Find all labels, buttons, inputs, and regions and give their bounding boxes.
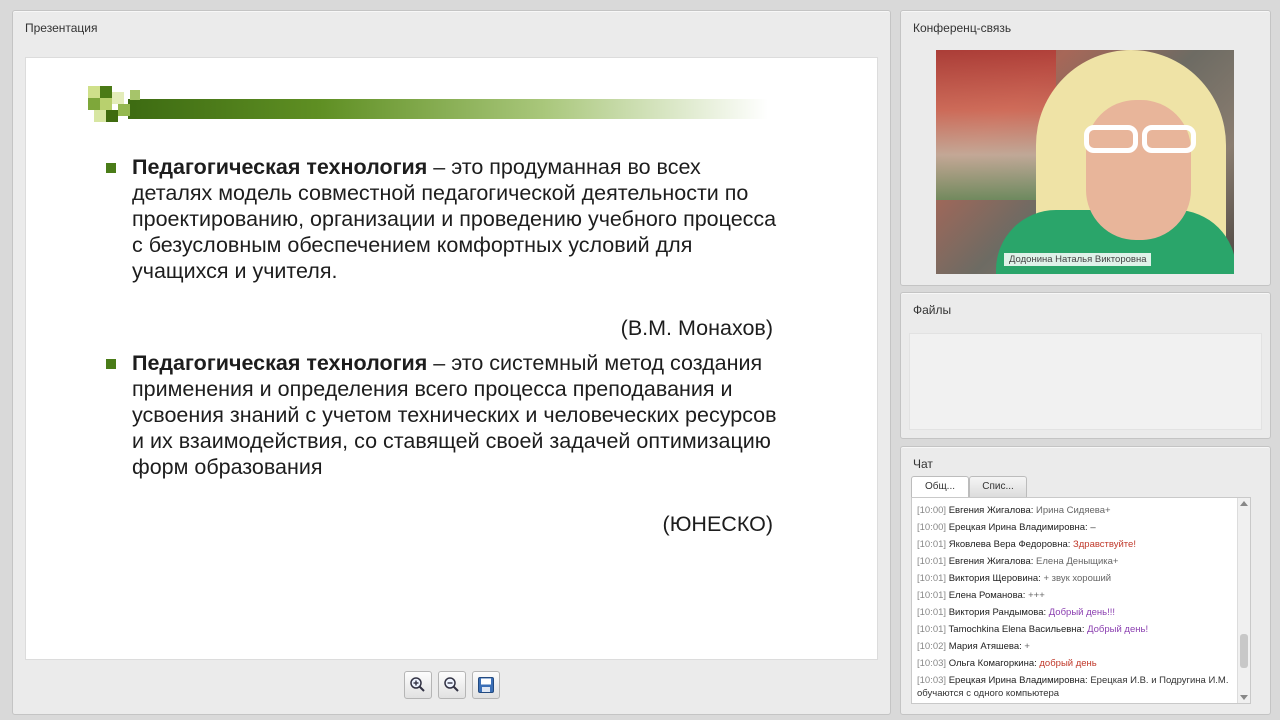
message-time: [10:01] (917, 624, 947, 635)
chat-message: [10:01] Виктория Щеровина: + звук хороши… (917, 570, 1235, 587)
message-author: Виктория Рандымова: (948, 607, 1047, 618)
message-author: Ольга Комагоркина: (948, 658, 1037, 669)
message-text: Добрый день!!! (1048, 607, 1116, 618)
files-panel: Файлы (900, 292, 1271, 439)
files-list (909, 333, 1262, 430)
message-author: Евгения Жигалова: (948, 505, 1034, 516)
files-panel-title: Файлы (913, 303, 952, 317)
message-text: добрый день (1039, 658, 1097, 669)
slide-decoration (88, 86, 788, 132)
presentation-panel: Презентация Педагогическая технология – … (12, 10, 891, 715)
message-author: Ерецкая Ирина Владимировна: (948, 522, 1088, 533)
bullet-attribution: (ЮНЕСКО) (662, 512, 773, 536)
message-author: Мария Атяшева: (948, 641, 1022, 652)
tab-participants[interactable]: Спис... (969, 476, 1027, 497)
message-time: [10:01] (917, 573, 947, 584)
message-text: Ирина Сидяева+ (1036, 505, 1111, 516)
chat-message: [10:01] Tamochkina Elena Васильевна: Доб… (917, 621, 1235, 638)
message-text: +++ (1028, 590, 1045, 601)
chat-message: [10:00] Евгения Жигалова: Ирина Сидяева+ (917, 502, 1235, 519)
message-time: [10:03] (917, 658, 947, 669)
zoom-out-icon (444, 677, 459, 692)
video-feed: Додонина Наталья Викторовна (936, 50, 1234, 274)
chat-message: [10:01] Елена Романова: +++ (917, 587, 1235, 604)
message-author: Евгения Жигалова: (948, 556, 1034, 567)
message-time: [10:02] (917, 641, 947, 652)
message-time: [10:01] (917, 607, 947, 618)
bullet-term: Педагогическая технология (132, 155, 428, 179)
message-text: Елена Деныщика+ (1036, 556, 1119, 567)
save-icon (478, 677, 494, 693)
message-time: [10:01] (917, 590, 947, 601)
chat-scrollbar[interactable] (1237, 498, 1250, 703)
conference-panel-title: Конференц-связь (913, 21, 1012, 35)
tab-general[interactable]: Общ... (911, 476, 969, 498)
message-author: Елена Романова: (948, 590, 1026, 601)
message-author: Виктория Щеровина: (948, 573, 1041, 584)
message-author: Яковлева Вера Федоровна: (948, 539, 1071, 550)
chat-panel: Чат Общ... Спис... [10:00] Евгения Жигал… (900, 446, 1271, 715)
bullet-term: Педагогическая технология (132, 351, 428, 375)
message-time: [10:03] (917, 675, 947, 686)
slide-bullet: Педагогическая технология – это системны… (106, 350, 782, 480)
scroll-thumb[interactable] (1240, 634, 1248, 668)
message-author: Tamochkina Elena Васильевна: (948, 624, 1085, 635)
presentation-panel-title: Презентация (25, 21, 98, 35)
message-text: – (1090, 522, 1096, 533)
chat-message: [10:02] Мария Атяшева: + (917, 638, 1235, 655)
message-text: + звук хороший (1043, 573, 1112, 584)
zoom-in-button[interactable] (404, 671, 432, 699)
chat-message: [10:00] Ерецкая Ирина Владимировна: – (917, 519, 1235, 536)
chat-message: [10:01] Яковлева Вера Федоровна: Здравст… (917, 536, 1235, 553)
zoom-out-button[interactable] (438, 671, 466, 699)
chat-message: [10:03] Ольга Комагоркина: добрый день (917, 655, 1235, 672)
message-time: [10:00] (917, 522, 947, 533)
scroll-down-icon[interactable] (1240, 695, 1248, 700)
message-time: [10:01] (917, 556, 947, 567)
zoom-in-icon (410, 677, 425, 692)
message-text: Добрый день! (1087, 624, 1149, 635)
message-time: [10:01] (917, 539, 947, 550)
message-author: Ерецкая Ирина Владимировна: (948, 675, 1088, 686)
speaker-name-label: Додонина Наталья Викторовна (1004, 253, 1152, 266)
chat-message: [10:01] Виктория Рандымова: Добрый день!… (917, 604, 1235, 621)
chat-message: [10:03] Ерецкая Ирина Владимировна: Ерец… (917, 672, 1235, 700)
scroll-up-icon[interactable] (1240, 501, 1248, 506)
slide-bullet: Педагогическая технология – это продуман… (106, 154, 782, 284)
chat-message: [10:01] Евгения Жигалова: Елена Деныщика… (917, 553, 1235, 570)
bullet-marker (106, 163, 116, 173)
message-text: + (1024, 641, 1030, 652)
message-time: [10:00] (917, 505, 947, 516)
save-button[interactable] (472, 671, 500, 699)
message-text: Здравствуйте! (1073, 539, 1136, 550)
chat-panel-title: Чат (913, 457, 933, 471)
bullet-marker (106, 359, 116, 369)
bullet-attribution: (В.М. Монахов) (620, 316, 773, 340)
conference-panel: Конференц-связь Додонина Наталья Викторо… (900, 10, 1271, 286)
chat-messages[interactable]: [10:00] Евгения Жигалова: Ирина Сидяева+… (911, 497, 1251, 704)
slide: Педагогическая технология – это продуман… (25, 57, 878, 660)
